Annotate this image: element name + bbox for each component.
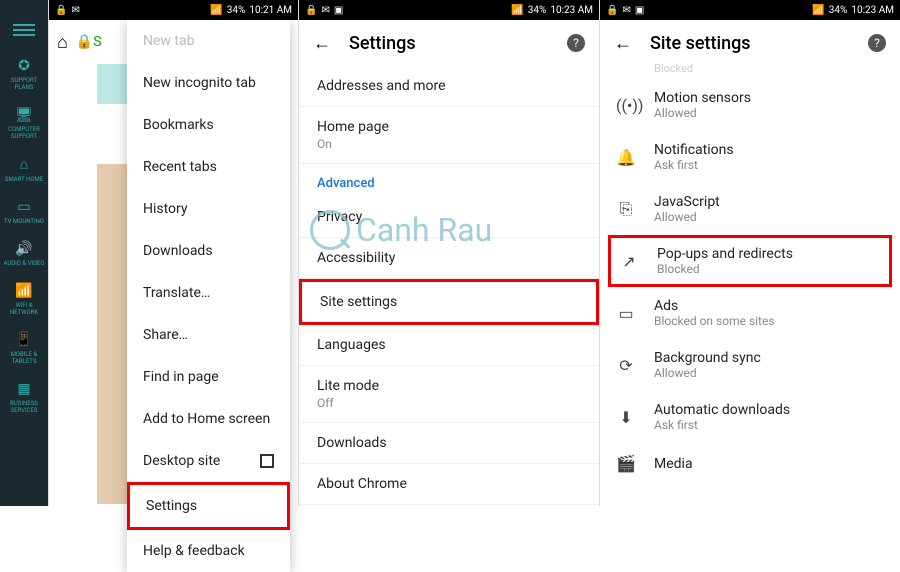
row-privacy[interactable]: Privacy [299,197,599,238]
status-bar: 🔒 ✉ ▣ 📶 34%10:23 AM [299,0,599,20]
status-bar: 🔒 ✉ ▣ 📶 34%10:23 AM [600,0,900,20]
row-accessibility[interactable]: Accessibility [299,238,599,279]
sidebar-wifi-network[interactable]: 📶WIFI & NETWORK [0,275,48,324]
clock-text: 10:23 AM [550,5,593,16]
mail-icon: ✉ [321,5,329,16]
help-button[interactable]: ? [868,34,886,52]
row-about-chrome[interactable]: About Chrome [299,464,599,505]
menu-share[interactable]: Share… [127,314,290,356]
help-button[interactable]: ? [567,34,585,52]
section-advanced: Advanced [299,164,599,197]
row-background-sync[interactable]: ⟳Background syncAllowed [600,339,900,391]
sidebar-smart-home[interactable]: ⌂SMART HOME [0,148,48,191]
signal-icon: 📶 [210,5,222,16]
battery-text: 34% [227,5,246,16]
menu-recent-tabs[interactable]: Recent tabs [127,146,290,188]
row-site-settings[interactable]: Site settings [299,279,599,325]
desktop-site-checkbox[interactable] [260,454,274,468]
back-button[interactable]: ← [614,33,632,54]
menu-history[interactable]: History [127,188,290,230]
row-lite-mode[interactable]: Lite modeOff [299,366,599,423]
tv-icon: ▭ [17,199,30,215]
menu-translate[interactable]: Translate… [127,272,290,314]
row-notifications[interactable]: 🔔NotificationsAsk first [600,131,900,183]
row-javascript[interactable]: ⎘JavaScriptAllowed [600,183,900,235]
sync-icon: ⟳ [616,356,636,375]
wifi-icon: 📶 [15,283,32,299]
shield-icon: ✪ [18,58,30,74]
bell-icon: 🔔 [616,148,636,167]
row-automatic-downloads[interactable]: ⬇Automatic downloadsAsk first [600,391,900,443]
row-home-page[interactable]: Home pageOn [299,107,599,164]
lock-icon: 🔒 [305,5,317,16]
row-motion-sensors[interactable]: ((•))Motion sensorsAllowed [600,79,900,131]
motion-icon: ((•)) [616,96,636,115]
clock-text: 10:21 AM [249,5,292,16]
javascript-icon: ⎘ [616,199,636,219]
image-icon: ▣ [635,5,644,16]
prev-row-secondary: Blocked [600,62,900,75]
row-popups-redirects[interactable]: ↗Pop-ups and redirectsBlocked [608,235,892,287]
mail-icon: ✉ [622,5,630,16]
row-addresses[interactable]: Addresses and more [299,66,599,107]
chrome-overflow-menu: New tab New incognito tab Bookmarks Rece… [127,20,290,572]
hamburger-menu[interactable] [0,10,48,50]
monitor-icon: 🖥 [15,107,33,123]
battery-text: 34% [528,5,547,16]
row-ads[interactable]: ▭AdsBlocked on some sites [600,287,900,339]
page-title: Site settings [650,33,850,54]
download-icon: ⬇ [616,408,636,427]
clock-text: 10:23 AM [851,5,894,16]
settings-header: ← Settings ? [299,20,599,66]
signal-icon: 📶 [812,5,824,16]
menu-new-incognito[interactable]: New incognito tab [127,62,290,104]
menu-find-in-page[interactable]: Find in page [127,356,290,398]
row-downloads[interactable]: Downloads [299,423,599,464]
popup-icon: ↗ [619,252,639,271]
menu-settings[interactable]: Settings [127,482,290,530]
menu-help-feedback[interactable]: Help & feedback [127,530,290,572]
status-bar: 🔒 ✉ 📶 34%10:21 AM [49,0,298,20]
sidebar-business-services[interactable]: ▦BUSINESS SERVICES [0,373,48,422]
menu-desktop-site[interactable]: Desktop site [127,440,290,482]
image-icon: ▣ [334,5,343,16]
menu-new-tab[interactable]: New tab [127,20,290,62]
battery-text: 34% [829,5,848,16]
lock-icon: 🔒 [606,5,618,16]
menu-downloads[interactable]: Downloads [127,230,290,272]
home-button[interactable]: ⌂ [57,32,68,53]
back-button[interactable]: ← [313,33,331,54]
sidebar-tv-mounting[interactable]: ▭TV MOUNTING [0,191,48,233]
row-languages[interactable]: Languages [299,325,599,366]
menu-add-home-screen[interactable]: Add to Home screen [127,398,290,440]
speaker-icon: 🔊 [15,241,32,257]
lock-icon: 🔒 [55,5,67,16]
app-sidebar: ✪SUPPORT PLANS 🖥COMPUTER SUPPORT ⌂SMART … [0,0,48,506]
pane-chrome-menu: 🔒 ✉ 📶 34%10:21 AM ⌂ 🔒S New tab New incogni… [48,0,298,506]
site-settings-header: ← Site settings ? [600,20,900,66]
lock-icon: 🔒S [76,34,102,50]
menu-bookmarks[interactable]: Bookmarks [127,104,290,146]
pane-settings: 🔒 ✉ ▣ 📶 34%10:23 AM ← Settings ? Addresses … [298,0,599,506]
row-media[interactable]: 🎬Media [600,443,900,484]
home-icon: ⌂ [20,156,28,173]
sidebar-mobile-tablets[interactable]: 📱MOBILE & TABLETS [0,324,48,373]
page-title: Settings [349,33,549,54]
pane-site-settings: 🔒 ✉ ▣ 📶 34%10:23 AM ← Site settings ? Block… [599,0,900,506]
mail-icon: ✉ [71,5,79,16]
sidebar-support-plans[interactable]: ✪SUPPORT PLANS [0,50,48,99]
signal-icon: 📶 [511,5,523,16]
sidebar-computer-support[interactable]: 🖥COMPUTER SUPPORT [0,99,48,148]
phone-icon: 📱 [15,332,32,348]
sidebar-audio-video[interactable]: 🔊AUDIO & VIDEO [0,233,48,275]
ads-icon: ▭ [616,304,636,323]
grid-icon: ▦ [17,381,30,397]
media-icon: 🎬 [616,454,636,473]
